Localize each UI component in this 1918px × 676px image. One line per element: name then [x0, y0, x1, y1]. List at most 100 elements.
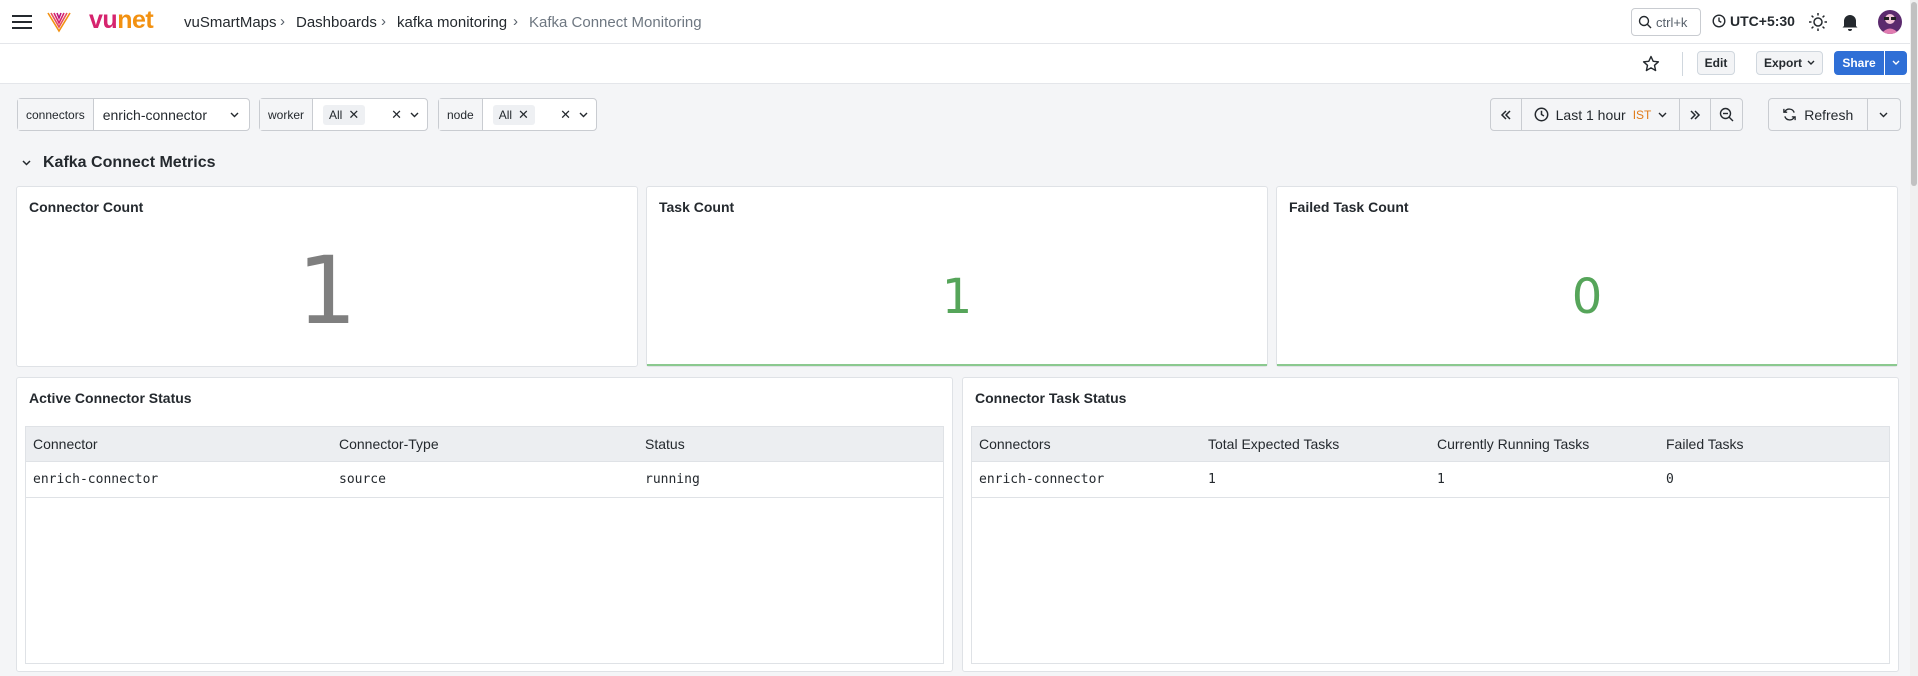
vunet-logo-icon[interactable] [46, 9, 72, 35]
zoom-out-icon [1719, 107, 1734, 122]
export-button-label: Export [1763, 56, 1802, 70]
chevron-down-icon [230, 112, 239, 118]
toolbar-divider [1682, 52, 1683, 76]
chevron-down-icon [1807, 60, 1815, 66]
variable-connectors-select[interactable]: enrich-connector [94, 99, 249, 130]
variable-node-label: node [439, 99, 483, 130]
breadcrumb-dashboards[interactable]: Dashboards [296, 14, 377, 31]
stat-panel-failed-task-count: Failed Task Count 0 [1276, 186, 1898, 367]
chevron-down-icon [1879, 112, 1888, 118]
chevron-down-icon [579, 112, 588, 118]
share-button[interactable]: Share [1834, 51, 1884, 75]
timezone-label: UTC+5:30 [1730, 13, 1795, 29]
sparkline [647, 364, 1267, 366]
stat-panel-connector-count: Connector Count 1 [16, 186, 638, 367]
variable-connectors-label: connectors [18, 99, 94, 130]
panel-title: Connector Count [29, 199, 144, 215]
column-header[interactable]: Failed Tasks [1659, 427, 1889, 462]
table-cell: enrich-connector [972, 461, 1201, 498]
table-header-row: Connectors Total Expected Tasks Currentl… [972, 427, 1889, 462]
clear-icon[interactable]: ✕ [560, 107, 571, 123]
refresh-icon [1782, 107, 1797, 122]
refresh-button[interactable]: Refresh [1769, 99, 1868, 130]
user-avatar[interactable] [1878, 10, 1902, 34]
share-button-label: Share [1842, 56, 1876, 70]
share-options-dropdown[interactable] [1885, 51, 1907, 75]
variable-connectors: connectors enrich-connector [17, 98, 250, 131]
stat-value: 1 [297, 237, 357, 346]
zoom-out-button[interactable] [1711, 99, 1742, 130]
table-panel-connector-task-status: Connector Task Status Connectors Total E… [962, 377, 1899, 672]
chevron-down-icon [1892, 60, 1900, 66]
timezone-selector[interactable]: UTC+5:30 [1712, 13, 1795, 29]
column-header[interactable]: Currently Running Tasks [1430, 427, 1659, 462]
refresh-button-label: Refresh [1804, 106, 1854, 123]
time-range-label: Last 1 hour [1555, 106, 1626, 123]
column-header[interactable]: Total Expected Tasks [1201, 427, 1430, 462]
favorite-star-icon[interactable] [1641, 54, 1661, 74]
breadcrumb-separator-icon: › [513, 13, 518, 30]
logo-text-vu: vu [89, 6, 118, 34]
section-title: Kafka Connect Metrics [43, 154, 216, 171]
variable-node-value: All [498, 107, 513, 122]
edit-button[interactable]: Edit [1697, 51, 1735, 75]
data-table: Connectors Total Expected Tasks Currentl… [971, 426, 1890, 664]
panel-title: Active Connector Status [29, 390, 192, 406]
table-header-row: Connector Connector-Type Status [26, 427, 943, 462]
breadcrumb-vusmartmaps[interactable]: vuSmartMaps [184, 14, 277, 31]
breadcrumb-kafka-monitoring[interactable]: kafka monitoring [397, 14, 507, 31]
chevron-down-icon [1658, 112, 1667, 118]
search-button[interactable]: ctrl+k [1631, 8, 1701, 36]
time-range-controls: Last 1 hour IST [1490, 98, 1743, 131]
variable-node: node All ✕ ✕ [438, 98, 597, 131]
column-header[interactable]: Connector-Type [332, 427, 638, 462]
table-row: enrich-connector 1 1 0 [972, 461, 1889, 498]
panel-title: Task Count [659, 199, 735, 215]
panel-title: Failed Task Count [1289, 199, 1409, 215]
time-shift-forward-button[interactable] [1680, 99, 1711, 130]
data-table: Connector Connector-Type Status enrich-c… [25, 426, 944, 664]
logo-text-net: net [117, 6, 154, 34]
column-header[interactable]: Connectors [972, 427, 1201, 462]
notifications-bell-icon[interactable] [1840, 12, 1860, 32]
table-cell: 0 [1659, 461, 1889, 498]
stat-value: 1 [941, 269, 973, 325]
variable-worker-label: worker [260, 99, 314, 130]
stat-value: 0 [1571, 269, 1603, 325]
double-chevron-left-icon [1500, 109, 1512, 120]
scrollbar-thumb[interactable] [1911, 2, 1917, 186]
chip-remove-icon[interactable]: ✕ [518, 107, 529, 123]
panel-title: Connector Task Status [975, 390, 1127, 406]
page-scrollbar[interactable] [1910, 0, 1918, 676]
clear-icon[interactable]: ✕ [391, 107, 402, 123]
export-button[interactable]: Export [1756, 51, 1823, 75]
table-cell: 1 [1201, 461, 1430, 498]
hamburger-menu-icon[interactable] [12, 12, 34, 32]
table-cell: enrich-connector [26, 461, 332, 498]
refresh-interval-dropdown[interactable] [1868, 99, 1901, 130]
table-cell: 1 [1430, 461, 1659, 498]
time-range-tz: IST [1632, 107, 1652, 122]
variable-worker: worker All ✕ ✕ [259, 98, 428, 131]
theme-toggle-sun-icon[interactable] [1808, 12, 1828, 32]
variable-node-select[interactable]: All ✕ ✕ [483, 99, 596, 130]
column-header[interactable]: Status [638, 427, 943, 462]
clock-icon [1712, 14, 1726, 28]
breadcrumb-separator-icon: › [381, 13, 386, 30]
variable-worker-chip: All ✕ [323, 104, 366, 125]
top-nav-bar: vunet vuSmartMaps › Dashboards › kafka m… [0, 0, 1918, 44]
table-cell: source [332, 461, 638, 498]
variable-worker-select[interactable]: All ✕ ✕ [313, 99, 427, 130]
search-icon [1638, 15, 1652, 29]
chevron-down-icon [22, 160, 31, 166]
clock-icon [1534, 107, 1549, 122]
row-collapse-toggle[interactable]: Kafka Connect Metrics [22, 154, 216, 172]
variable-worker-value: All [329, 107, 343, 122]
column-header[interactable]: Connector [26, 427, 332, 462]
sparkline [1277, 364, 1897, 366]
time-shift-back-button[interactable] [1491, 99, 1523, 130]
chip-remove-icon[interactable]: ✕ [348, 107, 359, 123]
time-range-picker[interactable]: Last 1 hour IST [1522, 99, 1680, 130]
table-row: enrich-connector source running [26, 461, 943, 498]
vunet-logo-text: vunet [89, 6, 154, 35]
